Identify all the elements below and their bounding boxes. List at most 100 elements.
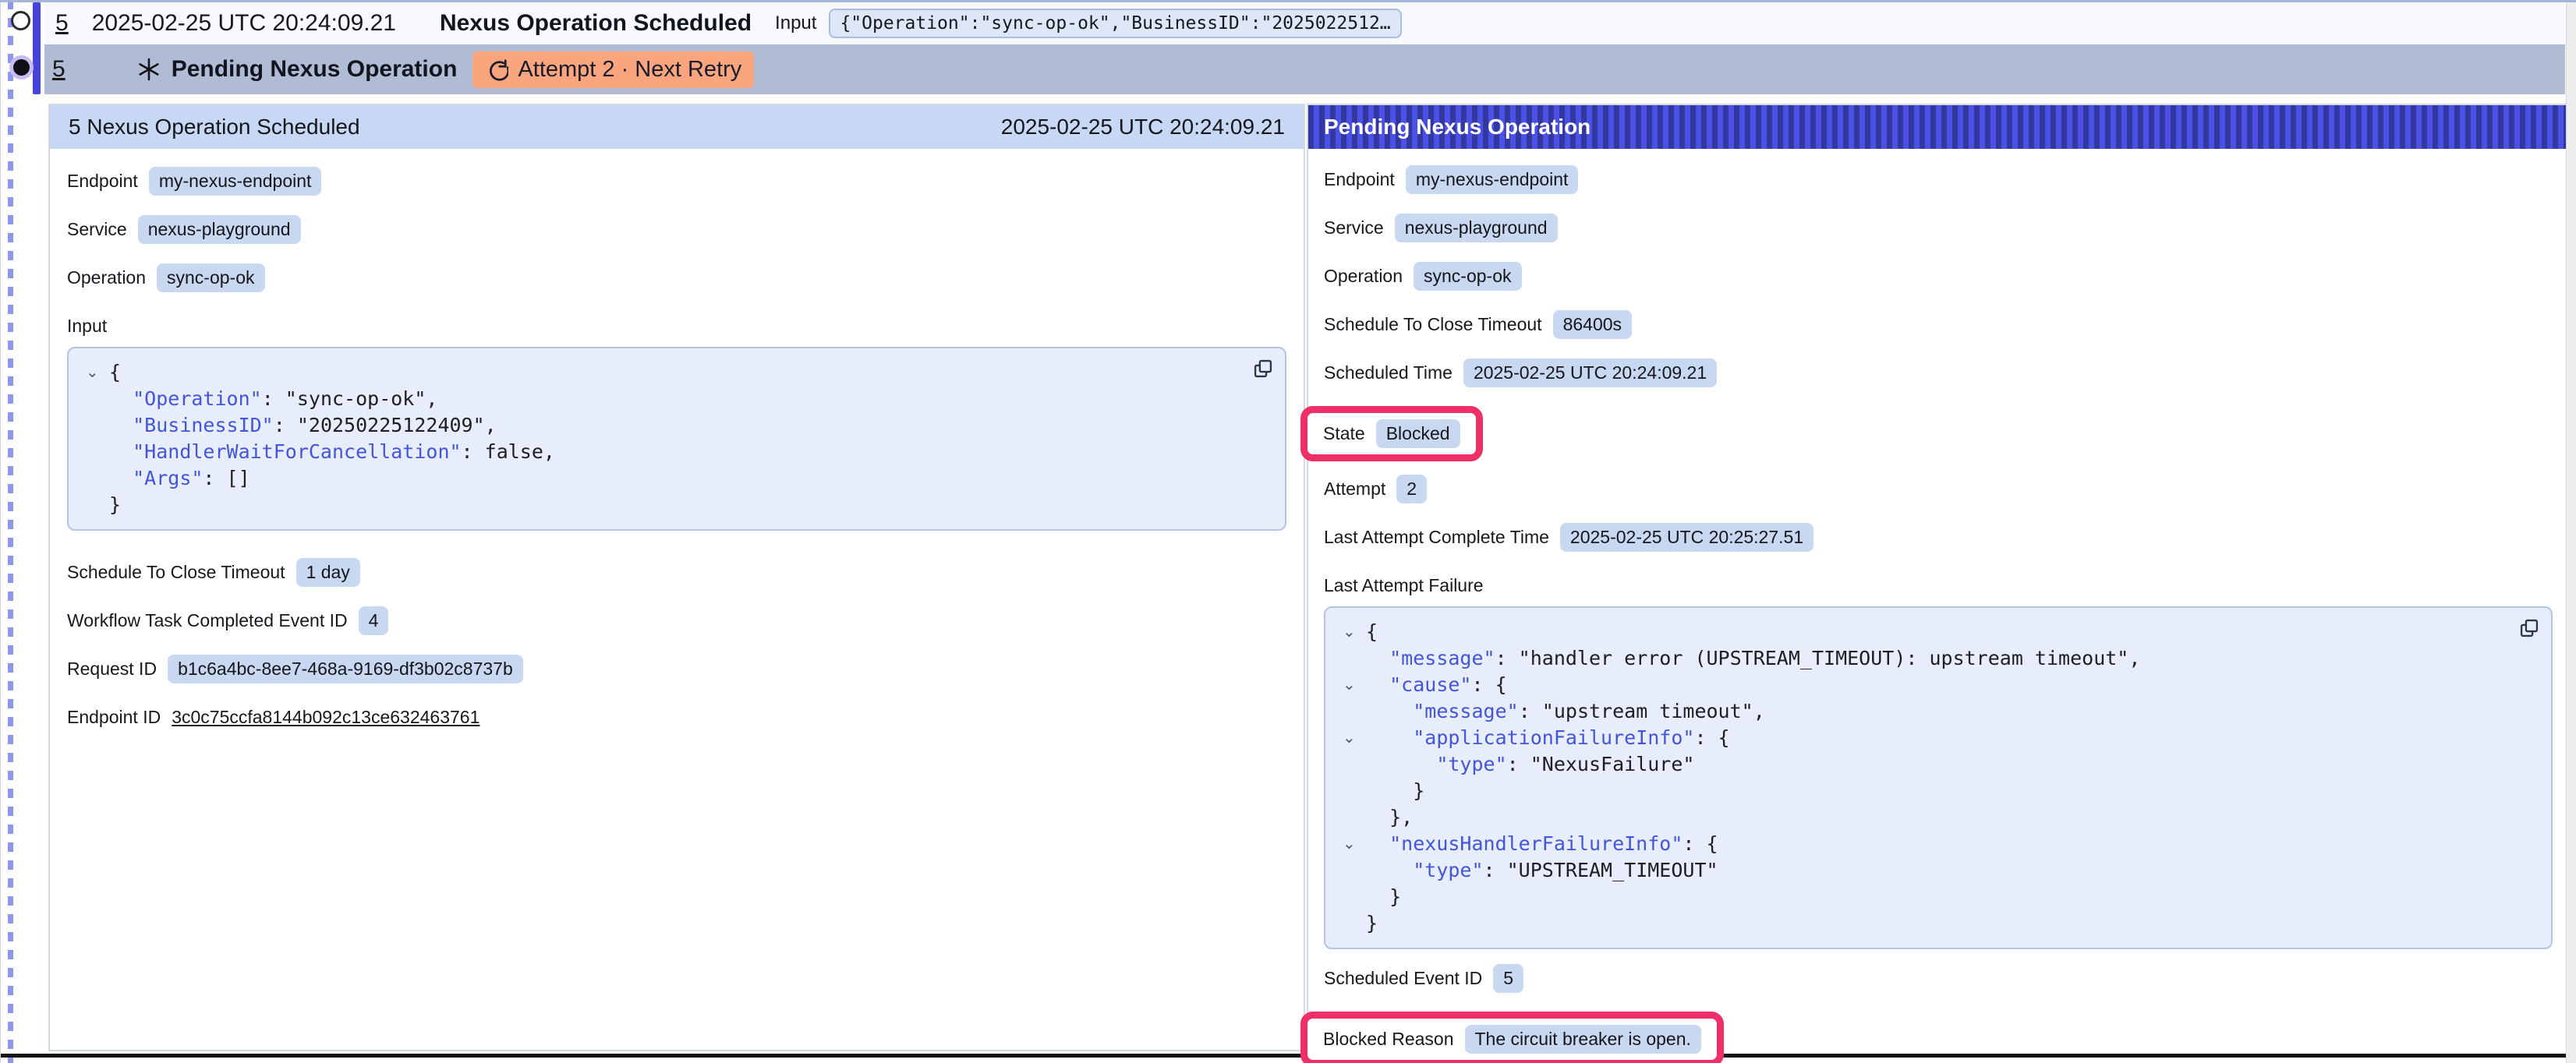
- field-label: Service: [1324, 217, 1384, 238]
- field-row-attempt: Attempt2: [1324, 474, 2553, 503]
- code-line: },: [1336, 804, 2537, 831]
- code-text: {: [109, 361, 121, 383]
- event-history-view: 5 2025-02-25 UTC 20:24:09.21 Nexus Opera…: [0, 0, 2576, 1063]
- code-line: "Args": []: [80, 465, 1271, 492]
- panel-left-header: 5 Nexus Operation Scheduled 2025-02-25 U…: [50, 105, 1304, 149]
- field-value-badge: 86400s: [1553, 310, 1632, 339]
- field-value-link[interactable]: 3c0c75ccfa8144b092c13ce632463761: [172, 707, 479, 728]
- field-row-endpoint: Endpoint my-nexus-endpoint: [67, 166, 1286, 196]
- panel-pending-nexus-operation: Pending Nexus Operation Endpointmy-nexus…: [1307, 104, 2570, 1054]
- code-text: }: [1366, 885, 1401, 908]
- code-line: }: [80, 492, 1271, 518]
- panel-nexus-operation-scheduled: 5 Nexus Operation Scheduled 2025-02-25 U…: [48, 104, 1305, 1051]
- chevron-down-icon[interactable]: ⌄: [1343, 619, 1356, 645]
- left-border: [0, 0, 1, 1063]
- chevron-down-icon[interactable]: ⌄: [1343, 725, 1356, 751]
- field-label: Service: [67, 219, 127, 240]
- field-row-schedule-to-close-timeout: Schedule To Close Timeout 1 day: [67, 557, 1286, 587]
- field-row-input: Input: [67, 311, 1286, 341]
- asterisk-icon: [137, 58, 161, 81]
- field-row-scheduled-time: Scheduled Time 2025-02-25 UTC 20:24:09.21: [1324, 358, 2553, 387]
- field-label: Scheduled Event ID: [1324, 968, 1482, 989]
- event-name: Nexus Operation Scheduled: [440, 10, 752, 37]
- code-line: "BusinessID": "20250225122409",: [80, 412, 1271, 439]
- panel-left-title: 5 Nexus Operation Scheduled: [69, 115, 360, 139]
- hollow-dot-icon[interactable]: [11, 11, 30, 30]
- event-row-nexus-operation-scheduled[interactable]: 5 2025-02-25 UTC 20:24:09.21 Nexus Opera…: [44, 2, 2565, 44]
- code-line: }: [1336, 884, 2537, 910]
- field-label: Schedule To Close Timeout: [1324, 314, 1542, 335]
- field-value-badge: 2025-02-25 UTC 20:25:27.51: [1560, 523, 1813, 552]
- chevron-down-icon[interactable]: ⌄: [1343, 672, 1356, 698]
- code-text: "HandlerWaitForCancellation": false,: [109, 440, 555, 463]
- field-row-endpoint: Endpointmy-nexus-endpoint: [1324, 164, 2553, 194]
- code-text: "message": "handler error (UPSTREAM_TIME…: [1366, 647, 2140, 669]
- event-time: 2025-02-25 UTC 20:24:09.21: [92, 10, 396, 37]
- input-preview-chip: {"Operation":"sync-op-ok","BusinessID":"…: [829, 9, 1401, 38]
- event-row-pending-nexus-operation[interactable]: 5 Pending Nexus Operation Attempt 2 · Ne…: [44, 44, 2565, 94]
- field-label: Schedule To Close Timeout: [67, 562, 285, 583]
- retry-badge-label: Attempt 2 · Next Retry: [518, 57, 741, 83]
- copy-icon[interactable]: [1252, 358, 1274, 380]
- field-row-service: Servicenexus-playground: [67, 214, 1286, 244]
- field-label: Scheduled Time: [1324, 362, 1453, 383]
- code-line: }: [1336, 910, 2537, 937]
- field-value-badge: 2025-02-25 UTC 20:24:09.21: [1463, 358, 1717, 387]
- panel-right-header: Pending Nexus Operation: [1308, 105, 2568, 149]
- field-row-state: StateBlocked: [1300, 406, 1483, 461]
- event-id-link[interactable]: 5: [52, 56, 65, 83]
- code-text: "Operation": "sync-op-ok",: [109, 387, 437, 410]
- code-line: "type": "NexusFailure": [1336, 751, 2537, 778]
- field-row-blocked-reason: Blocked Reason The circuit breaker is ope…: [1300, 1012, 1724, 1063]
- json-code-block: ⌄{ "Operation": "sync-op-ok", "BusinessI…: [67, 347, 1286, 531]
- json-code-block: ⌄{ "message": "handler error (UPSTREAM_T…: [1324, 606, 2553, 949]
- field-label: Blocked Reason: [1323, 1029, 1454, 1050]
- chevron-down-icon[interactable]: ⌄: [86, 359, 99, 386]
- code-text: "type": "NexusFailure": [1366, 753, 1694, 775]
- chevron-down-icon[interactable]: ⌄: [1343, 831, 1356, 857]
- field-label: Endpoint: [67, 171, 138, 192]
- field-value-badge: b1c6a4bc-8ee7-468a-9169-df3b02c8737b: [168, 655, 523, 683]
- field-label: Input: [67, 316, 107, 337]
- field-row-workflow-task-completed-event-id: Workflow Task Completed Event ID4: [67, 606, 1286, 635]
- code-line: "Operation": "sync-op-ok",: [80, 386, 1271, 412]
- code-text: "message": "upstream timeout",: [1366, 700, 1765, 722]
- field-value-badge: my-nexus-endpoint: [1406, 165, 1579, 194]
- retry-status-badge: Attempt 2 · Next Retry: [472, 51, 754, 88]
- panel-left-time: 2025-02-25 UTC 20:24:09.21: [1001, 115, 1285, 139]
- field-row-last-attempt-complete-time: Last Attempt Complete Time 2025-02-25 UTC…: [1324, 522, 2553, 552]
- top-border: [0, 0, 2576, 2]
- field-label: Operation: [67, 267, 146, 288]
- event-name: Pending Nexus Operation: [172, 56, 458, 83]
- field-value-badge: nexus-playground: [1395, 214, 1558, 242]
- field-row-operation: Operationsync-op-ok: [1324, 261, 2553, 291]
- vertical-scrollbar[interactable]: [2566, 2, 2576, 1063]
- field-value-badge: my-nexus-endpoint: [149, 167, 322, 196]
- field-row-scheduled-event-id: Scheduled Event ID5: [1324, 963, 2553, 993]
- code-text: "Args": []: [109, 467, 250, 489]
- field-label: Workflow Task Completed Event ID: [67, 610, 348, 631]
- code-text: "type": "UPSTREAM_TIMEOUT": [1366, 859, 1718, 881]
- panel-left-body: Endpoint my-nexus-endpoint Servicenexus-pl…: [50, 149, 1304, 768]
- panel-right-title: Pending Nexus Operation: [1324, 115, 1591, 139]
- code-text: },: [1366, 806, 1413, 828]
- rotate-cw-icon: [485, 58, 508, 81]
- code-text: "BusinessID": "20250225122409",: [109, 414, 497, 436]
- event-id-link[interactable]: 5: [55, 10, 69, 37]
- filled-dot-icon[interactable]: [13, 59, 30, 76]
- input-label: Input: [775, 12, 816, 34]
- code-line: "message": "handler error (UPSTREAM_TIME…: [1336, 645, 2537, 672]
- code-line: ⌄ "applicationFailureInfo": {: [1336, 725, 2537, 751]
- code-line: ⌄{: [1336, 619, 2537, 645]
- timeline-dashed-line: [8, 0, 13, 1063]
- field-label: Attempt: [1324, 479, 1385, 500]
- field-label: Last Attempt Complete Time: [1324, 527, 1549, 548]
- code-line: ⌄ "cause": {: [1336, 672, 2537, 698]
- code-line: ⌄{: [80, 359, 1271, 386]
- field-value-badge: 1 day: [296, 558, 360, 587]
- copy-icon[interactable]: [2518, 617, 2540, 639]
- panel-right-body: Endpointmy-nexus-endpoint Service nexus-pl…: [1308, 149, 2568, 1063]
- code-text: }: [1366, 912, 1378, 934]
- field-value-badge: The circuit breaker is open.: [1465, 1025, 1701, 1054]
- field-row-endpoint-id: Endpoint ID3c0c75ccfa8144b092c13ce632463…: [67, 702, 1286, 732]
